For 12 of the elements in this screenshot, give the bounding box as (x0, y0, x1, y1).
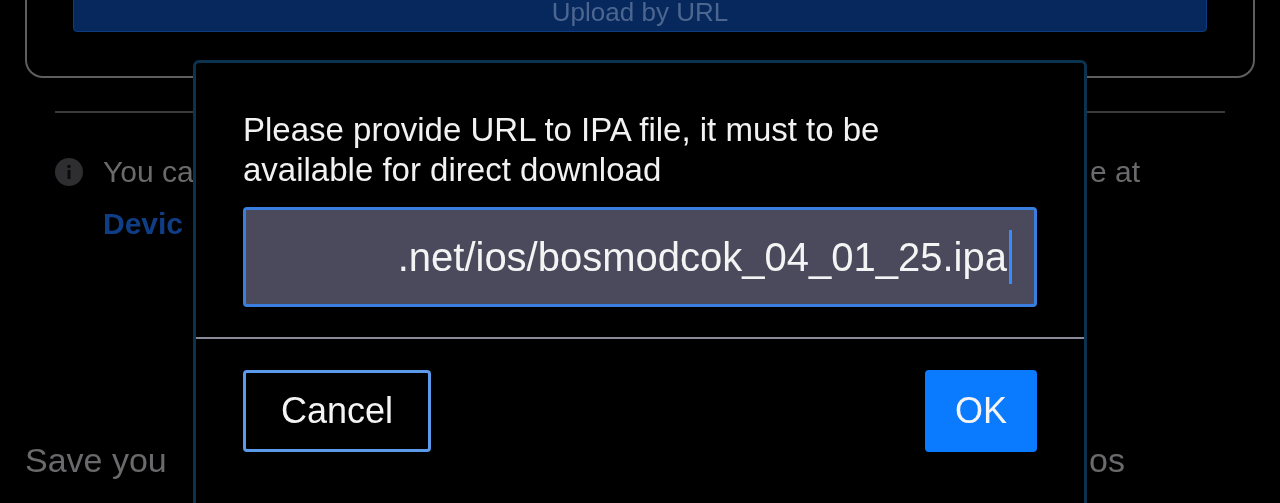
cancel-button[interactable]: Cancel (243, 370, 431, 452)
save-text: Save you (25, 441, 167, 480)
info-icon (55, 158, 83, 186)
device-link[interactable]: Devic (103, 207, 184, 241)
text-cursor (1009, 230, 1012, 284)
save-text: os (1089, 441, 1125, 480)
info-text: e at (1089, 155, 1140, 189)
url-field[interactable]: .net/ios/bosmodcok_04_01_25.ipa (243, 207, 1037, 307)
dialog-message: Please provide URL to IPA file, it must to be available for direct download (243, 110, 881, 190)
info-text: You ca (103, 155, 194, 189)
upload-button[interactable]: Upload by URL (73, 0, 1207, 32)
ok-button[interactable]: OK (925, 370, 1037, 452)
